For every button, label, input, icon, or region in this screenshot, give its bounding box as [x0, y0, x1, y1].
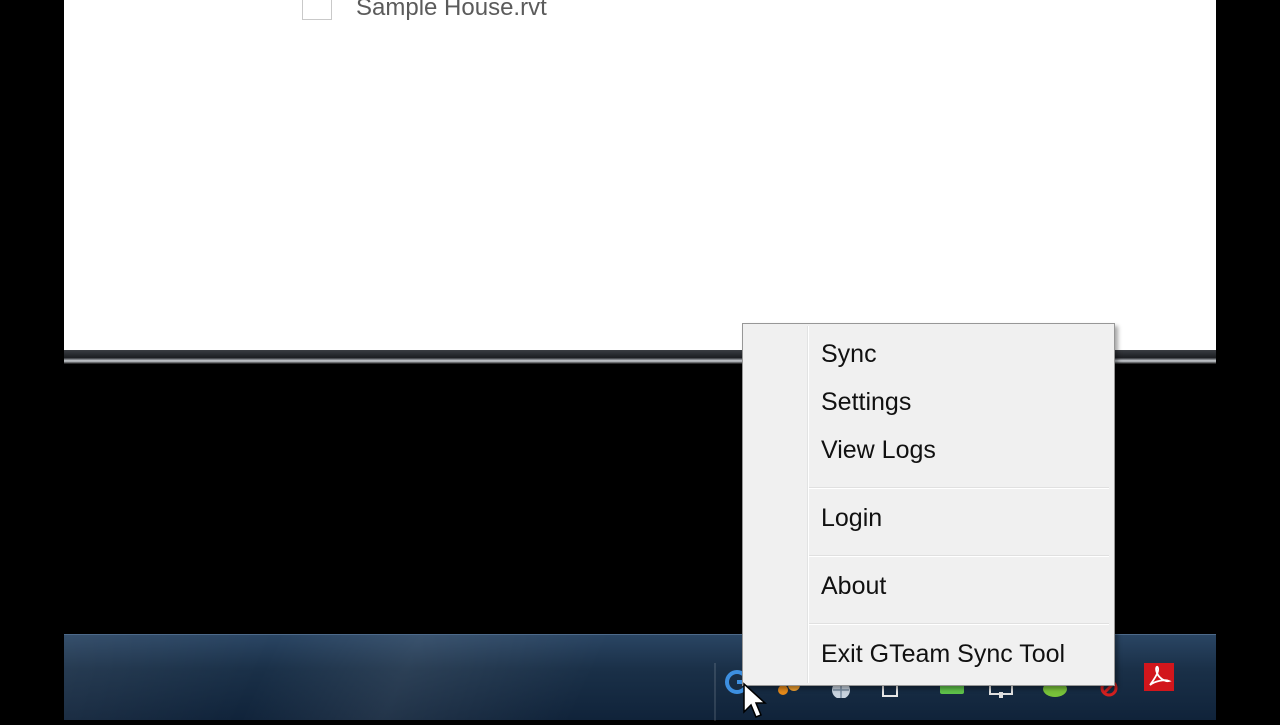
mouse-pointer-icon	[742, 682, 768, 725]
tray-divider	[714, 663, 716, 721]
app-window	[64, 0, 1216, 352]
menu-item-about[interactable]: About	[809, 564, 1111, 608]
tray-context-menu: Sync Settings View Logs Login About Exit…	[742, 323, 1115, 686]
menu-item-sync[interactable]: Sync	[809, 332, 1111, 376]
menu-item-exit[interactable]: Exit GTeam Sync Tool	[809, 632, 1111, 676]
screen-border-left	[0, 0, 64, 720]
file-label: Sample House.rvt	[356, 0, 547, 21]
file-checkbox[interactable]	[302, 0, 332, 20]
menu-separator	[809, 623, 1109, 625]
screen-border-right	[1216, 0, 1280, 720]
pdf-icon[interactable]	[1142, 661, 1176, 693]
file-list-item[interactable]: Sample House.rvt	[302, 0, 547, 22]
menu-item-login[interactable]: Login	[809, 496, 1111, 540]
menu-item-view-logs[interactable]: View Logs	[809, 428, 1111, 472]
menu-separator	[809, 487, 1109, 489]
menu-item-settings[interactable]: Settings	[809, 380, 1111, 424]
menu-separator	[809, 555, 1109, 557]
